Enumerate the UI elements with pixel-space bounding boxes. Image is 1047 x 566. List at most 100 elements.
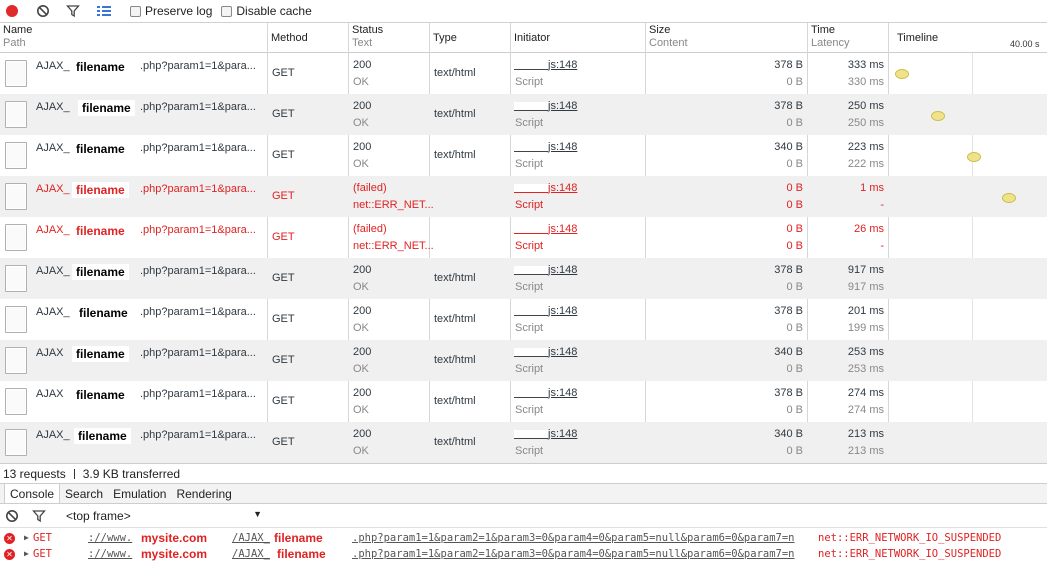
initiator-link[interactable]: js:148 [548,182,577,194]
initiator-link[interactable]: js:148 [548,305,577,317]
message-url-path[interactable]: /AJAX_ [232,532,270,544]
initiator-link[interactable]: js:148 [548,264,577,276]
request-initiator[interactable]: js:148 [514,264,577,276]
preserve-log-label: Preserve log [145,4,213,18]
frame-select-value: <top frame> [66,509,131,523]
message-url-scheme[interactable]: ://www. [88,548,132,560]
request-size: 340 B [774,428,803,440]
table-row[interactable]: AJAX_ filename .php?param1=1&para... GET… [0,94,1047,135]
request-latency: 330 ms [847,76,884,88]
message-url-query[interactable]: .php?param1=1&param2=1&param3=0&param4=0… [352,548,795,560]
console-error-message[interactable]: ✕ ▶ GET ://www. mysite.com /AJAX_ filena… [0,531,1047,547]
frame-select[interactable]: <top frame> ▼ [66,509,262,523]
request-status: 200 [353,428,372,440]
request-status: 200 [353,100,372,112]
status-column-header[interactable]: Status Text [349,23,429,53]
initiator-link[interactable]: js:148 [548,59,577,71]
message-url-path[interactable]: /AJAX_ [232,548,270,560]
console-filter-button[interactable] [24,504,54,527]
column-title: Status [352,24,384,36]
message-url-scheme[interactable]: ://www. [88,532,132,544]
error-icon: ✕ [4,549,15,560]
table-row[interactable]: AJAX_ filename .php?param1=1&para... GET… [0,135,1047,176]
request-filename: filename [72,387,129,403]
request-initiator[interactable]: js:148 [514,182,577,194]
disable-cache-label: Disable cache [236,4,312,18]
column-title: Type [433,32,457,44]
time-column-header[interactable]: Time Latency [808,23,888,53]
document-icon [5,388,27,415]
request-name-suffix: .php?param1=1&para... [140,347,256,359]
request-initiator[interactable]: js:148 [514,387,577,399]
table-row[interactable]: AJAX filename .php?param1=1&para... GET … [0,381,1047,422]
request-name-prefix: AJAX_ [36,429,70,441]
console-error-message[interactable]: ✕ ▶ GET ://www. mysite.com /AJAX_ filena… [0,547,1047,563]
request-initiator[interactable]: js:148 [514,100,577,112]
table-row[interactable]: AJAX_ filename .php?param1=1&para... GET… [0,422,1047,463]
request-type: text/html [434,149,476,161]
request-status-text: OK [353,404,369,416]
request-initiator[interactable]: js:148 [514,305,577,317]
clear-button[interactable] [24,0,62,23]
method-column-header[interactable]: Method [268,23,348,53]
tab-rendering[interactable]: Rendering [171,484,236,503]
request-initiator[interactable]: js:148 [514,428,577,440]
tab-search[interactable]: Search [60,484,108,503]
request-latency: 274 ms [847,404,884,416]
tab-emulation[interactable]: Emulation [108,484,171,503]
initiator-link[interactable]: js:148 [548,100,577,112]
table-row[interactable]: AJAX_ filename .php?param1=1&para... GET… [0,217,1047,258]
record-button[interactable] [0,0,24,23]
filter-button[interactable] [62,0,84,23]
request-status: 200 [353,264,372,276]
initiator-link[interactable]: js:148 [548,223,577,235]
large-rows-button[interactable] [84,0,124,23]
request-filename: filename [72,346,129,362]
message-url-query[interactable]: .php?param1=1&param2=1&param3=0&param4=0… [352,532,795,544]
request-initiator-type: Script [515,363,544,375]
request-initiator[interactable]: js:148 [514,346,577,358]
preserve-log-checkbox[interactable]: Preserve log [130,4,212,18]
redacted-mask [514,306,548,316]
request-initiator[interactable]: js:148 [514,223,577,235]
initiator-link[interactable]: js:148 [548,346,577,358]
name-column-header[interactable]: Name Path [0,23,267,53]
size-column-header[interactable]: Size Content [646,23,807,53]
initiator-link[interactable]: js:148 [548,141,577,153]
table-row[interactable]: AJAX filename .php?param1=1&para... GET … [0,340,1047,381]
expand-triangle-icon[interactable]: ▶ [24,549,29,558]
request-initiator[interactable]: js:148 [514,59,577,71]
table-row[interactable]: AJAX_ filename .php?param1=1&para... GET… [0,299,1047,340]
request-initiator[interactable]: js:148 [514,141,577,153]
initiator-column-header[interactable]: Initiator [511,23,645,53]
initiator-link[interactable]: js:148 [548,387,577,399]
type-column-header[interactable]: Type [430,23,510,53]
table-row[interactable]: AJAX_ filename .php?param1=1&para... GET… [0,53,1047,94]
request-size: 0 B [786,223,803,235]
request-content-size: 0 B [786,240,803,252]
console-clear-button[interactable] [0,504,24,527]
request-name-suffix: .php?param1=1&para... [140,101,256,113]
redacted-mask [514,142,548,152]
redacted-mask [514,224,548,234]
table-row[interactable]: AJAX_ filename .php?param1=1&para... GET… [0,176,1047,217]
table-row[interactable]: AJAX_ filename .php?param1=1&para... GET… [0,258,1047,299]
redacted-mask [514,60,548,70]
request-filename: filename [74,428,131,444]
request-name-prefix: AJAX_ [36,265,70,277]
disable-cache-checkbox[interactable]: Disable cache [221,4,312,18]
request-filename: filename [72,223,129,239]
timeline-column-header[interactable]: Timeline [894,23,974,53]
expand-triangle-icon[interactable]: ▶ [24,533,29,542]
request-status: (failed) [353,182,387,194]
request-status-text: OK [353,322,369,334]
request-status-text: OK [353,445,369,457]
request-status: 200 [353,387,372,399]
tab-console[interactable]: Console [4,484,61,503]
column-title: Size [649,24,671,36]
initiator-link[interactable]: js:148 [548,428,577,440]
request-name-suffix: .php?param1=1&para... [140,388,256,400]
request-latency: 253 ms [847,363,884,375]
document-icon [5,265,27,292]
request-latency: 917 ms [847,281,884,293]
